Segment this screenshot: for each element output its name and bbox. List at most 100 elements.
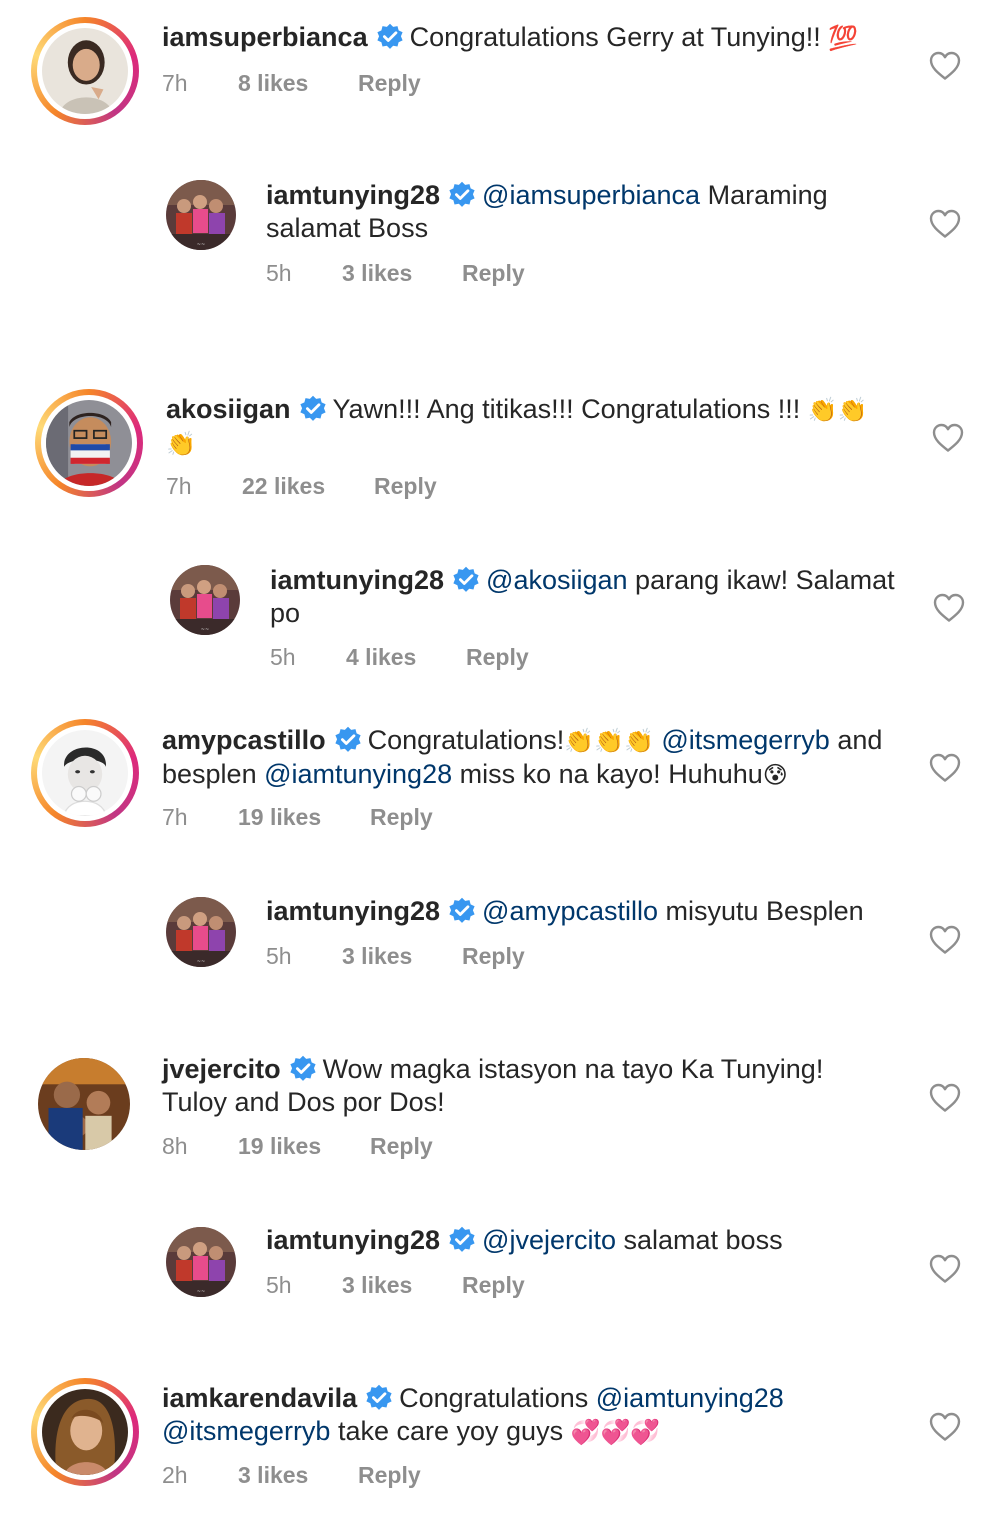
comment-time: 5h <box>266 260 292 286</box>
comment-text: salamat boss <box>616 1225 783 1255</box>
clapping-hands-emoji: 👏👏 <box>807 397 868 424</box>
comment-text: and <box>829 725 883 755</box>
reply-button[interactable]: Reply <box>358 70 421 97</box>
likes-count[interactable]: 3 likes <box>238 1462 358 1489</box>
reply-comment: iamtunying28 @jvejercito salamat boss 5h 3… <box>0 1210 1000 1340</box>
verified-badge-icon <box>452 566 480 594</box>
username[interactable]: jvejercito <box>162 1054 281 1084</box>
username[interactable]: iamsuperbianca <box>162 22 368 52</box>
reply-button[interactable]: Reply <box>462 1272 525 1299</box>
reply-button[interactable]: Reply <box>374 473 437 500</box>
hundred-points-emoji: 💯 <box>828 25 859 52</box>
comment-time: 7h <box>166 473 192 499</box>
comment-time: 7h <box>162 804 188 830</box>
avatar <box>42 28 128 114</box>
comment: iamsuperbianca Congratulations Gerry at T… <box>0 0 1000 140</box>
reply-comment: iamtunying28 @iamsuperbianca Maraming sala… <box>0 160 1000 340</box>
anxious-face-emoji: 😰 <box>762 762 788 789</box>
reply-button[interactable]: Reply <box>466 644 529 671</box>
verified-badge-icon <box>376 23 404 51</box>
comment-text: Congratulations Gerry at Tunying!! <box>409 22 829 52</box>
likes-count[interactable]: 22 likes <box>242 473 374 500</box>
heart-icon[interactable] <box>929 51 961 81</box>
likes-count[interactable]: 4 likes <box>346 644 466 671</box>
reply-button[interactable]: Reply <box>462 943 525 970</box>
avatar <box>42 1389 128 1475</box>
avatar[interactable] <box>170 565 240 635</box>
username[interactable]: iamkarendavila <box>162 1383 357 1413</box>
clapping-hands-emoji: 👏👏👏 <box>564 728 654 755</box>
avatar-story-ring[interactable] <box>31 719 139 827</box>
comment-time: 5h <box>270 644 296 670</box>
reply-button[interactable]: Reply <box>370 1133 433 1160</box>
reply-button[interactable]: Reply <box>370 804 433 831</box>
verified-badge-icon <box>334 726 362 754</box>
mention-link[interactable]: @itsmegerryb <box>162 1416 330 1446</box>
comment: amypcastillo Congratulations!👏👏👏 @itsmege… <box>0 700 1000 850</box>
verified-badge-icon <box>289 1055 317 1083</box>
likes-count[interactable]: 3 likes <box>342 260 462 287</box>
username[interactable]: akosiigan <box>166 394 291 424</box>
avatar-story-ring[interactable] <box>31 17 139 125</box>
comment-text-cont: salamat Boss <box>266 213 429 243</box>
heart-icon[interactable] <box>929 1083 961 1113</box>
comment-text: Congratulations <box>399 1383 596 1413</box>
heart-icon[interactable] <box>929 1254 961 1284</box>
reply-button[interactable]: Reply <box>462 260 525 287</box>
comment-text: Congratulations! <box>367 725 565 755</box>
reply-button[interactable]: Reply <box>358 1462 421 1489</box>
avatar <box>46 400 132 486</box>
avatar <box>42 730 128 816</box>
comment-text: Yawn!!! Ang titikas!!! Congratulations !… <box>332 394 808 424</box>
comment-time: 8h <box>162 1133 188 1159</box>
likes-count[interactable]: 19 likes <box>238 804 370 831</box>
likes-count[interactable]: 3 likes <box>342 1272 462 1299</box>
heart-icon[interactable] <box>929 1412 961 1442</box>
comment-text: Wow magka istasyon na tayo Ka Tunying! <box>322 1054 824 1084</box>
comment: akosiigan Yawn!!! Ang titikas!!! Congratu… <box>0 375 1000 525</box>
username[interactable]: iamtunying28 <box>270 565 444 595</box>
likes-count[interactable]: 8 likes <box>238 70 358 97</box>
mention-link[interactable]: @amypcastillo <box>482 896 658 926</box>
heart-icon[interactable] <box>929 925 961 955</box>
reply-comment: iamtunying28 @akosiigan parang ikaw! Sala… <box>0 545 1000 695</box>
avatar[interactable] <box>166 1227 236 1297</box>
comment-text: misyutu Besplen <box>658 896 864 926</box>
mention-link[interactable]: @iamtunying28 <box>596 1383 784 1413</box>
avatar[interactable] <box>38 1058 130 1150</box>
comment-time: 2h <box>162 1462 188 1488</box>
avatar[interactable] <box>166 180 236 250</box>
mention-link[interactable]: @iamsuperbianca <box>482 180 700 210</box>
mention-link[interactable]: @itsmegerryb <box>661 725 829 755</box>
avatar-story-ring[interactable] <box>31 1378 139 1486</box>
heart-icon[interactable] <box>932 423 964 453</box>
comment-text-cont: miss ko na kayo! Huhuhu <box>452 759 763 789</box>
username[interactable]: iamtunying28 <box>266 896 440 926</box>
username[interactable]: iamtunying28 <box>266 180 440 210</box>
heart-icon[interactable] <box>929 753 961 783</box>
avatar[interactable] <box>166 897 236 967</box>
comment-time: 5h <box>266 1272 292 1298</box>
mention-link[interactable]: @jvejercito <box>482 1225 616 1255</box>
verified-badge-icon <box>299 395 327 423</box>
username[interactable]: iamtunying28 <box>266 1225 440 1255</box>
comment-text-cont: take care yoy guys <box>330 1416 571 1446</box>
comment-time: 5h <box>266 943 292 969</box>
comment: iamkarendavila Congratulations @iamtunyin… <box>0 1360 1000 1530</box>
avatar-story-ring[interactable] <box>35 389 143 497</box>
mention-link[interactable]: @iamtunying28 <box>264 759 452 789</box>
verified-badge-icon <box>448 181 476 209</box>
heart-icon[interactable] <box>933 593 965 623</box>
reply-comment: iamtunying28 @amypcastillo misyutu Besple… <box>0 880 1000 1010</box>
clapping-hands-emoji: 👏 <box>166 431 196 458</box>
comment-time: 7h <box>162 70 188 96</box>
mention-link[interactable]: @akosiigan <box>486 565 628 595</box>
verified-badge-icon <box>448 897 476 925</box>
username[interactable]: amypcastillo <box>162 725 326 755</box>
comment-text: Maraming <box>700 180 828 210</box>
likes-count[interactable]: 19 likes <box>238 1133 370 1160</box>
verified-badge-icon <box>365 1384 393 1412</box>
comment-text-cont: po <box>270 598 301 628</box>
heart-icon[interactable] <box>929 209 961 239</box>
likes-count[interactable]: 3 likes <box>342 943 462 970</box>
